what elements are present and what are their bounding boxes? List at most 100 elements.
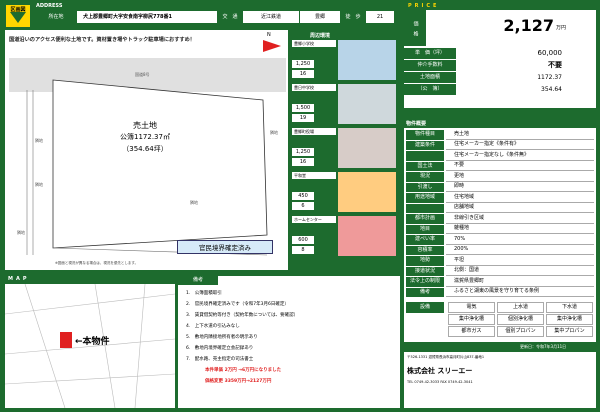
nearby-minutes: 6 xyxy=(292,202,314,210)
nearby-name: 平和堂 xyxy=(292,172,336,179)
summary-label: 引渡し xyxy=(406,182,444,192)
summary-label xyxy=(406,151,444,161)
summary-label xyxy=(406,203,444,213)
infra-item: 集中浄化槽 xyxy=(448,314,495,325)
nearby-distance: 1,500 xyxy=(292,104,314,112)
map-panel: ←本物件 xyxy=(5,284,175,408)
summary-value: 即時 xyxy=(446,182,594,192)
price-value: 2,127 xyxy=(503,16,554,35)
price-caption: PRICE xyxy=(408,3,440,9)
note-item: 7. 配水路、売主指定の司法書士 xyxy=(186,357,254,362)
summary-value: 雑種地 xyxy=(446,224,594,234)
kobo-value: 354.64 xyxy=(458,84,562,95)
note-item: 4. 上下水道の引込みなし xyxy=(186,324,240,329)
price-label: 価 格 xyxy=(404,10,426,46)
nearby-name: 豊郷小学校 xyxy=(292,40,336,47)
neighbor-label: 隣地 xyxy=(270,130,278,135)
summary-label: 国土法 xyxy=(406,161,444,171)
note-item: 2. 官民境界確定済みです（令和7年3月6日確定） xyxy=(186,302,289,307)
summary-label: 接道状況 xyxy=(406,266,444,276)
infra-item: 個別プロパン xyxy=(497,326,544,337)
land-area-value: 1172.37 xyxy=(458,72,562,83)
note-item: 3. 賃貸借契約等付き（契約年数については、要確認） xyxy=(186,313,299,318)
infra-item: 個別浄化槽 xyxy=(497,314,544,325)
updated-text: 更新日：令和7年3月11日 xyxy=(520,344,567,349)
nearby-distance: 1,250 xyxy=(292,148,314,156)
summary-label: 法令上の制限 xyxy=(406,277,444,287)
nearby-distance: 1,250 xyxy=(292,60,314,68)
summary-title: 物件概要 xyxy=(406,121,427,127)
map-caption: MAP xyxy=(8,276,30,282)
summary-label: 用途地域 xyxy=(406,193,444,203)
land-area-label: 土地面積 xyxy=(404,72,456,83)
location-label: 所在地 xyxy=(36,11,76,23)
summary-label: 物件種目 xyxy=(406,130,444,140)
fee-value: 不要 xyxy=(458,60,562,71)
summary-value: 平坦 xyxy=(446,256,594,266)
infra-item: 電気 xyxy=(448,302,495,313)
summary-value: 店舗地域 xyxy=(446,203,594,213)
infra-item: 集中プロパン xyxy=(546,326,593,337)
summary-value: 住宅地域 xyxy=(446,193,594,203)
nearby-name: ホームセンター xyxy=(292,216,336,223)
nearby-minutes: 8 xyxy=(292,246,314,254)
note-item: 1. 公簿面積取引 xyxy=(186,291,222,296)
summary-label: 容積率 xyxy=(406,245,444,255)
property-marker-label: ←本物件 xyxy=(75,337,110,347)
note-item: 5. 敷地内隣接地所有者の明示あり xyxy=(186,335,258,340)
nearby-photo xyxy=(338,172,396,212)
fee-label: 仲介手数料 xyxy=(404,60,456,71)
land-title: 売土地 xyxy=(133,121,157,130)
summary-value: 非線引き区域 xyxy=(446,214,594,224)
company-line: TEL 0749-42-3033 FAX 0749-42-3041 xyxy=(407,380,473,384)
note-item: 6. 敷地内境界確定立会記録あり xyxy=(186,346,254,351)
down-arrow-icon xyxy=(10,12,26,23)
summary-value: 住宅メーカー指定《条件有》 xyxy=(446,140,594,150)
infra-item: 上水道 xyxy=(497,302,544,313)
nearby-title: 周辺環境 xyxy=(309,33,330,39)
summary-value: ふるさと湖東の風景を守り育てる条例 xyxy=(446,287,594,297)
neighbor-label: 隣地 xyxy=(17,230,25,235)
company-name: 株式会社 スリーエー xyxy=(407,367,473,375)
infra-item: 下水道 xyxy=(546,302,593,313)
summary-label: 備考 xyxy=(406,287,444,297)
summary-label: 現況 xyxy=(406,172,444,182)
infra-label: 設備 xyxy=(406,302,444,313)
summary-value: 200% xyxy=(446,245,594,255)
boundary-badge: 官民境界確定済み xyxy=(177,240,273,254)
nearby-name: 豊郷町役場 xyxy=(292,128,336,135)
nearby-photo xyxy=(338,128,396,168)
property-marker xyxy=(60,332,72,348)
unit-price-label: 単 価（坪） xyxy=(404,48,456,59)
note-item: 本件単価 2万円 →6万円になりました xyxy=(205,368,282,373)
address-caption: ADDRESS xyxy=(36,3,63,9)
land-area-tsubo: （354.64坪） xyxy=(122,145,168,153)
nearby-photo xyxy=(338,40,396,80)
disclaimer: ※図面と現況が異なる場合は、現況を優先とします。 xyxy=(55,261,139,265)
walk-label: 徒 歩 xyxy=(341,11,365,23)
nearby-name: 豊日中学校 xyxy=(292,84,336,91)
unit-price-value: 60,000 xyxy=(458,48,562,59)
neighbor-label: 隣地 xyxy=(190,200,198,205)
nearby-minutes: 16 xyxy=(292,70,314,78)
location-value: 犬上郡豊郷町大字安食南字柳尻778番1 xyxy=(77,11,217,23)
summary-label: 建ぺい率 xyxy=(406,235,444,245)
transport-label: 交 通 xyxy=(218,11,242,23)
summary-label: 地勢 xyxy=(406,256,444,266)
summary-value: 70% xyxy=(446,235,594,245)
company-panel: 〒526-1331 滋賀県長浜市高月町片山837-番地1 株式会社 スリーエー … xyxy=(404,352,596,408)
summary-value: 住宅メーカー指定なし《条件無》 xyxy=(446,151,594,161)
infra-item: 集中浄化槽 xyxy=(546,314,593,325)
nearby-distance: 600 xyxy=(292,236,314,244)
infra-item: 都市ガス xyxy=(448,326,495,337)
station-value: 豊郷 xyxy=(300,11,340,23)
neighbor-label: 隣地 xyxy=(35,182,43,187)
walk-value: 21 xyxy=(366,11,394,23)
nearby-minutes: 19 xyxy=(292,114,314,122)
summary-label: 地目 xyxy=(406,224,444,234)
nearby-minutes: 16 xyxy=(292,158,314,166)
land-area-m2: 公簿1172.37㎡ xyxy=(120,133,170,141)
price-unit: 万円 xyxy=(556,25,567,31)
summary-value: 不要 xyxy=(446,161,594,171)
summary-value: 北側：国道 xyxy=(446,266,594,276)
